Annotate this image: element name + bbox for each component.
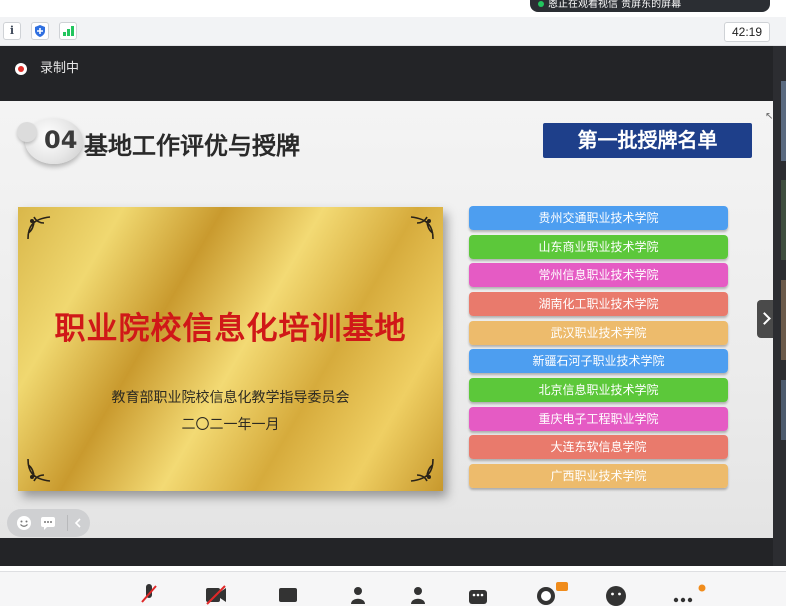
next-slide-button[interactable] <box>757 300 773 338</box>
more-icon[interactable] <box>672 582 706 606</box>
slide-footer-band <box>0 538 773 566</box>
plaque-date: 二〇二一年一月 <box>181 417 280 433</box>
mic-muted-icon[interactable] <box>140 582 158 606</box>
recording-bar <box>0 46 773 101</box>
award-plaque: 职业院校信息化培训基地 教育部职业院校信息化教学指导委员会 二〇二一年一月 <box>18 207 443 491</box>
screen-share-notification[interactable]: 恩正在观看视信 贵屏东的屏幕 <box>530 0 770 12</box>
meeting-timer: 42:19 <box>724 22 770 42</box>
school-item: 重庆电子工程职业学院 <box>469 407 728 431</box>
plaque-issuer: 教育部职业院校信息化教学指导委员会 <box>111 390 350 406</box>
participants-icon[interactable] <box>349 582 367 606</box>
participant-thumbnail[interactable] <box>781 380 786 440</box>
shared-slide: 04 基地工作评优与授牌 第一批授牌名单 ↖ 职业院校信息化培训基地 教育部职业… <box>0 101 773 538</box>
plaque-title: 职业院校信息化培训基地 <box>54 311 407 347</box>
recording-label: 录制中 <box>40 61 80 76</box>
school-item: 常州信息职业技术学院 <box>469 263 728 287</box>
school-item: 北京信息职业技术学院 <box>469 378 728 402</box>
camera-off-icon[interactable] <box>205 582 226 606</box>
signal-strength-icon[interactable] <box>59 22 77 40</box>
info-icon[interactable] <box>3 22 21 40</box>
green-dot-icon <box>538 1 544 7</box>
notification-text: 恩正在观看视信 贵屏东的屏幕 <box>548 0 682 10</box>
meeting-control-bar <box>0 571 786 606</box>
section-title: 基地工作评优与授牌 <box>84 132 300 160</box>
meeting-status-bar: 42:19 <box>0 17 786 46</box>
ornament-icon <box>409 215 435 241</box>
emoji-icon[interactable] <box>16 515 32 531</box>
share-icon[interactable] <box>278 582 297 606</box>
ornament-icon <box>26 457 52 483</box>
section-number: 04 <box>44 126 78 154</box>
school-item: 新疆石河子职业技术学院 <box>469 349 728 373</box>
list-title: 第一批授牌名单 <box>543 123 752 158</box>
invite-icon[interactable] <box>410 582 428 606</box>
school-item: 贵州交通职业技术学院 <box>469 206 728 230</box>
ornament-icon <box>409 457 435 483</box>
cursor-icon: ↖ <box>765 111 773 122</box>
ornament-icon <box>26 215 52 241</box>
shield-icon[interactable] <box>31 22 49 40</box>
chat-icon[interactable] <box>40 515 56 531</box>
record-dot-icon <box>15 63 27 75</box>
school-item: 山东商业职业技术学院 <box>469 235 728 259</box>
collapse-icon[interactable] <box>67 515 88 531</box>
participant-thumbnail[interactable] <box>781 180 786 260</box>
participant-thumbnail[interactable] <box>781 81 786 161</box>
school-item: 武汉职业技术学院 <box>469 321 728 345</box>
emoji-reaction-icon[interactable] <box>605 582 626 606</box>
school-item: 湖南化工职业技术学院 <box>469 292 728 316</box>
record-icon[interactable] <box>536 582 568 606</box>
school-item: 广西职业技术学院 <box>469 464 728 488</box>
participant-thumbnail[interactable] <box>781 280 786 360</box>
school-item: 大连东软信息学院 <box>469 435 728 459</box>
floating-toolbar <box>7 509 90 537</box>
apps-icon[interactable] <box>468 582 487 606</box>
